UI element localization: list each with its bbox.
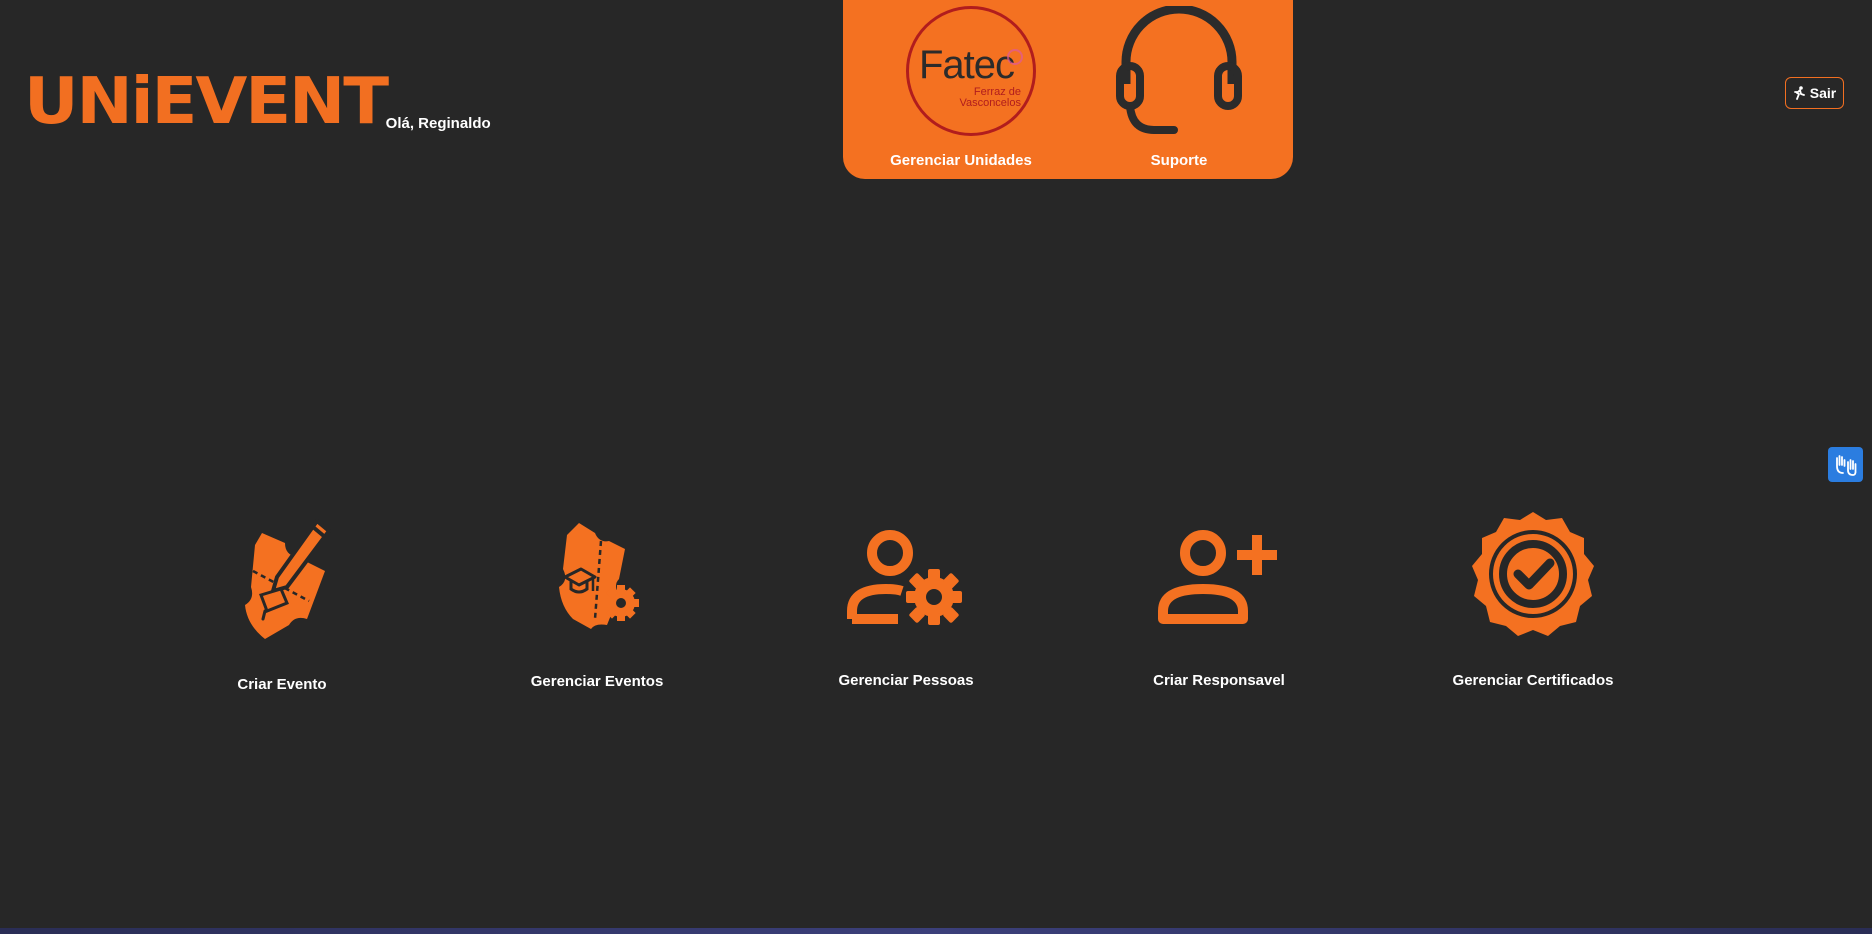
sign-language-hands-icon (1835, 454, 1856, 476)
fatec-logo-subtitle: Ferraz de Vasconcelos (959, 86, 1021, 109)
headset-icon (1116, 6, 1242, 134)
logout-label: Sair (1809, 85, 1837, 101)
person-gear-icon (847, 530, 962, 625)
certificate-badge-check-icon (1472, 512, 1594, 636)
action-gerenciar-pessoas[interactable]: Gerenciar Pessoas (796, 515, 1016, 695)
nav-label-suporte: Suporte (1150, 152, 1208, 169)
running-person-icon (1793, 86, 1806, 100)
ticket-graduation-gear-icon (559, 523, 639, 629)
bottom-taskbar-edge (0, 928, 1872, 934)
person-add-icon (1158, 530, 1277, 624)
user-greeting: Olá, Reginaldo (385, 115, 491, 132)
fatec-logo-title: Fatec (919, 43, 1015, 87)
unievent-logo: UNiEVENT (24, 65, 389, 139)
ticket-pencil-icon (245, 519, 331, 639)
accessibility-button[interactable] (1828, 447, 1863, 482)
nav-label-unidades: Gerenciar Unidades (890, 152, 1032, 169)
top-nav-panel: Fatec Ferraz de Vasconcelos Gerenciar Un… (843, 0, 1293, 179)
fatec-logo-mark (1007, 49, 1023, 65)
action-label-criar-responsavel: Criar Responsavel (1153, 672, 1285, 689)
action-label-gerenciar-eventos: Gerenciar Eventos (530, 673, 664, 690)
action-criar-evento[interactable]: Criar Evento (172, 515, 392, 695)
action-label-gerenciar-certificados: Gerenciar Certificados (1452, 672, 1614, 689)
fatec-logo-icon: Fatec Ferraz de Vasconcelos (906, 6, 1036, 136)
action-label-gerenciar-pessoas: Gerenciar Pessoas (838, 672, 974, 689)
action-criar-responsavel[interactable]: Criar Responsavel (1109, 515, 1329, 695)
brand-header: UNiEVENT Olá, Reginaldo (24, 70, 491, 134)
action-gerenciar-certificados[interactable]: Gerenciar Certificados (1423, 508, 1643, 695)
action-label-criar-evento: Criar Evento (237, 676, 327, 693)
action-gerenciar-eventos[interactable]: Gerenciar Eventos (487, 515, 707, 695)
logout-button[interactable]: Sair (1785, 77, 1844, 109)
